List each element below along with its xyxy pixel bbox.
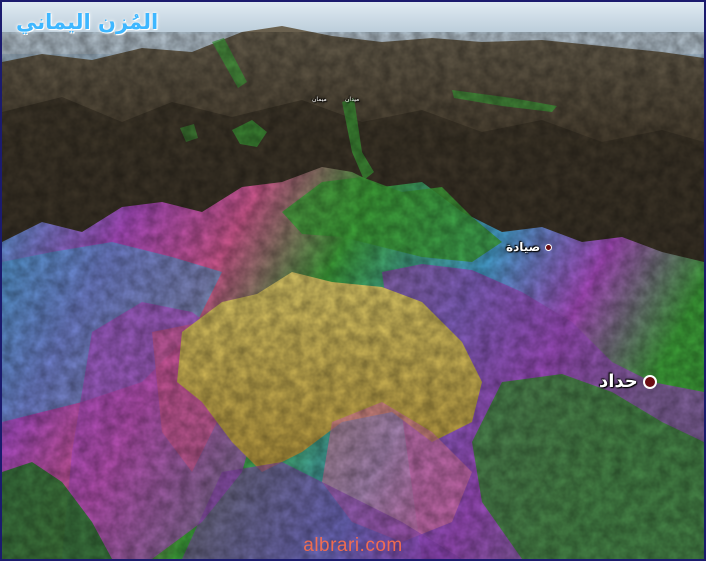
terrain-scene: المُزن اليماني ميمان ميدان صيادة حداد al… [0,0,706,561]
place-label: صيادة [506,240,541,254]
place-marker-sayada[interactable]: صيادة [506,240,553,254]
place-label: ميمان [312,96,327,103]
place-label: ميدان [345,96,360,103]
page-title: المُزن اليماني [16,10,159,34]
place-marker-maydan-1[interactable]: ميمان [312,96,327,103]
place-pin [642,374,657,389]
place-marker-haddad[interactable]: حداد [599,371,657,392]
watermark: albrari.com [303,535,403,556]
place-marker-maydan-2[interactable]: ميدان [345,96,359,103]
place-label: حداد [599,371,638,392]
place-pin [545,243,553,251]
terrain-3d-view [2,2,704,559]
